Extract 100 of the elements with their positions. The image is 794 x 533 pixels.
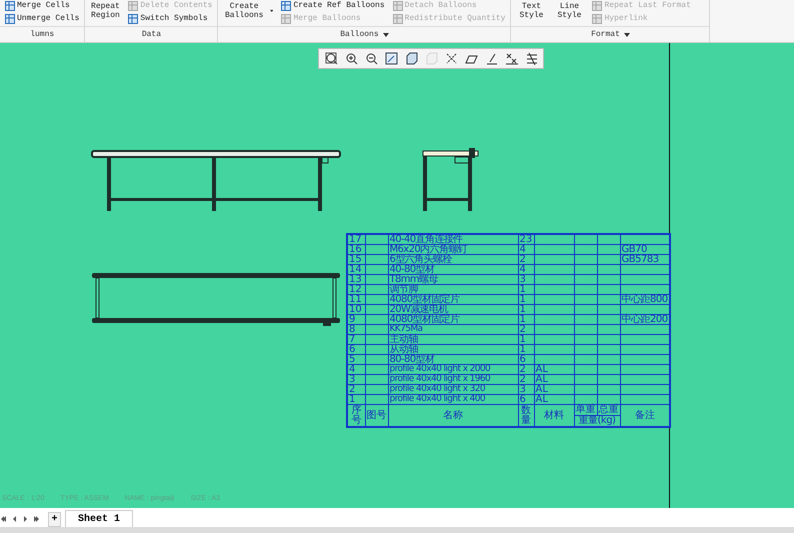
grid-icon bbox=[5, 14, 15, 24]
table-cell bbox=[365, 254, 388, 264]
table-cell: 1 bbox=[518, 334, 534, 344]
ribbon-button[interactable]: Line Style bbox=[553, 0, 586, 22]
table-cell: 11 bbox=[347, 294, 365, 304]
table-cell: 3 bbox=[347, 374, 365, 384]
group-label: Balloons bbox=[340, 30, 389, 39]
table-cell bbox=[365, 304, 388, 314]
table-cell bbox=[534, 354, 574, 364]
table-cell bbox=[574, 394, 597, 404]
table-cell bbox=[597, 294, 620, 304]
table-cell bbox=[574, 364, 597, 374]
table-cell bbox=[597, 394, 620, 404]
table-cell: 4 bbox=[347, 364, 365, 374]
table-cell: 2 bbox=[518, 254, 534, 264]
table-cell: AL bbox=[534, 364, 574, 374]
table-cell: 13 bbox=[347, 274, 365, 284]
table-cell bbox=[597, 274, 620, 284]
group-label: lumns bbox=[30, 30, 54, 39]
table-cell: 2 bbox=[518, 374, 534, 384]
table-cell: 6 bbox=[347, 344, 365, 354]
table-cell: 中心距800 bbox=[620, 294, 670, 304]
table-cell bbox=[365, 314, 388, 324]
ribbon-button[interactable]: Switch Symbols bbox=[127, 13, 214, 24]
table-cell bbox=[365, 264, 388, 274]
table-cell: AL bbox=[534, 384, 574, 394]
table-cell bbox=[574, 374, 597, 384]
table-cell bbox=[534, 254, 574, 264]
grid-icon bbox=[392, 0, 403, 10]
table-cell: 3 bbox=[518, 384, 534, 394]
table-cell: profile 40x40 light x 1960 bbox=[388, 374, 518, 384]
ribbon-button[interactable]: Repeat Region bbox=[89, 0, 122, 22]
table-cell: 6 bbox=[518, 354, 534, 364]
table-cell: 1 bbox=[518, 304, 534, 314]
ribbon-button[interactable]: Unmerge Cells bbox=[4, 13, 80, 24]
table-cell bbox=[597, 324, 620, 334]
table-cell: 4 bbox=[518, 244, 534, 254]
grid-icon bbox=[5, 0, 15, 10]
table-cell: 7 bbox=[347, 334, 365, 344]
next-button[interactable] bbox=[23, 516, 29, 522]
table-cell: 15 bbox=[347, 254, 365, 264]
table-cell bbox=[365, 364, 388, 374]
table-cell bbox=[365, 374, 388, 384]
table-cell: 4080型材固定片 bbox=[388, 294, 518, 304]
table-cell bbox=[365, 384, 388, 394]
table-cell: 2 bbox=[347, 384, 365, 394]
table-cell: 调节脚 bbox=[388, 284, 518, 294]
table-cell: KK75Ma bbox=[388, 324, 518, 334]
table-cell bbox=[534, 334, 574, 344]
last-page-button[interactable] bbox=[34, 516, 40, 522]
table-cell bbox=[574, 274, 597, 284]
group-label: Format bbox=[591, 30, 630, 39]
add-sheet-button[interactable]: + bbox=[48, 512, 61, 527]
table-cell bbox=[365, 394, 388, 404]
table-cell bbox=[365, 354, 388, 364]
table-cell bbox=[534, 314, 574, 324]
table-cell: 4080型材固定片 bbox=[388, 314, 518, 324]
table-cell bbox=[597, 384, 620, 394]
table-cell: T8mm螺母 bbox=[388, 274, 518, 284]
grid-icon bbox=[592, 14, 602, 24]
table-cell bbox=[597, 304, 620, 314]
table-cell bbox=[574, 244, 597, 254]
column-header: 单重 bbox=[574, 404, 597, 416]
table-cell bbox=[574, 354, 597, 364]
table-cell bbox=[534, 344, 574, 354]
ribbon-button[interactable]: Create Balloons bbox=[222, 0, 274, 22]
ribbon-button[interactable]: Text Style bbox=[515, 0, 548, 22]
grid-icon bbox=[128, 14, 138, 24]
table-cell: 12 bbox=[347, 284, 365, 294]
table-cell: 40-80型材 bbox=[388, 264, 518, 274]
table-cell: 1 bbox=[518, 314, 534, 324]
table-cell: 从动轴 bbox=[388, 344, 518, 354]
ribbon-button[interactable]: Create Ref Balloons bbox=[280, 0, 386, 11]
table-cell bbox=[597, 374, 620, 384]
table-cell bbox=[534, 264, 574, 274]
sheet-tab[interactable]: Sheet 1 bbox=[65, 510, 134, 527]
table-cell: 3 bbox=[518, 274, 534, 284]
table-cell bbox=[574, 294, 597, 304]
table-cell bbox=[597, 264, 620, 274]
previous-button[interactable] bbox=[12, 516, 18, 522]
table-cell bbox=[574, 334, 597, 344]
table-cell: profile 40x40 light x 2000 bbox=[388, 364, 518, 374]
table-cell bbox=[365, 324, 388, 334]
table-cell: 9 bbox=[347, 314, 365, 324]
column-header: 图号 bbox=[365, 404, 388, 427]
table-cell: 1 bbox=[518, 294, 534, 304]
table-cell: 4 bbox=[518, 264, 534, 274]
table-cell bbox=[574, 344, 597, 354]
table-cell: 23 bbox=[518, 234, 534, 244]
table-cell: 20W减速电机 bbox=[388, 304, 518, 314]
table-cell: 6型六角头螺栓 bbox=[388, 254, 518, 264]
table-cell bbox=[365, 274, 388, 284]
table-cell bbox=[534, 324, 574, 334]
table-cell bbox=[534, 284, 574, 294]
table-cell: 14 bbox=[347, 264, 365, 274]
first-page-button[interactable] bbox=[1, 516, 7, 522]
table-cell bbox=[534, 274, 574, 284]
table-cell bbox=[534, 304, 574, 314]
ribbon-button[interactable]: Merge Cells bbox=[4, 0, 80, 11]
table-cell: 6 bbox=[518, 394, 534, 404]
